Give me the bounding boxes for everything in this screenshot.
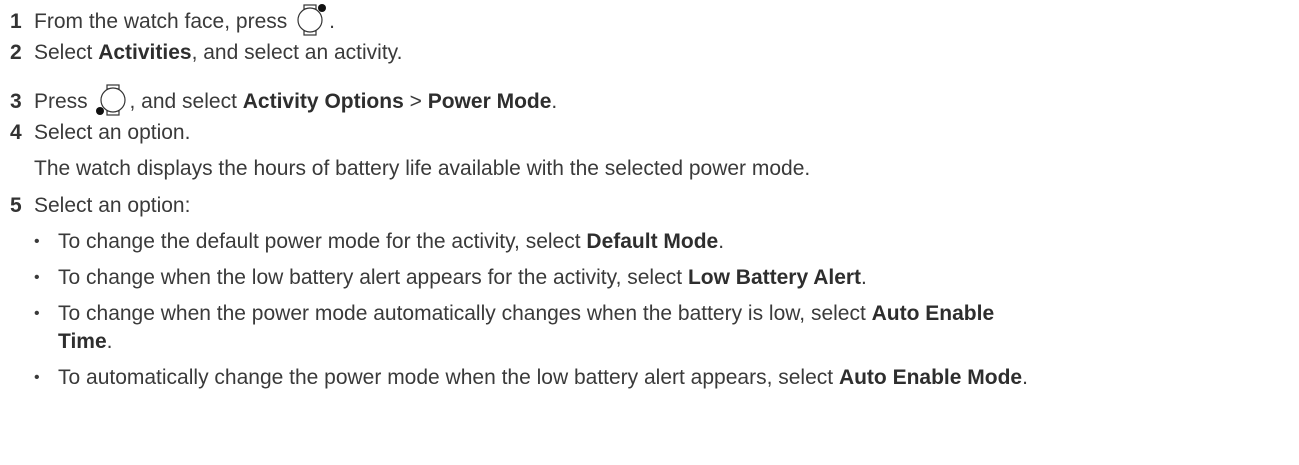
step-text: From the watch face, press (34, 10, 294, 33)
step-1: 1 From the watch face, press . (10, 4, 335, 43)
step-text: Press (34, 90, 94, 113)
step-number: 5 (10, 194, 22, 217)
step-text-end: . (551, 90, 558, 113)
step-4: 4 Select an option. (10, 120, 190, 146)
bullet-icon: • (34, 305, 40, 322)
option-text: To automatically change the power mode w… (58, 366, 839, 389)
watch-start-button-icon (294, 4, 328, 43)
step-2: 2 Select Activities, and select an activi… (10, 40, 402, 66)
option-text-end: . (1022, 366, 1028, 389)
step-4-note: The watch displays the hours of battery … (34, 157, 811, 180)
option-text: To change the default power mode for the… (58, 230, 587, 253)
step-text: Select an option. (34, 121, 191, 144)
step-number: 4 (10, 121, 22, 144)
option-auto-enable-time: • To change when the power mode automatic… (34, 301, 994, 327)
menu-label-auto-enable-mode: Auto Enable Mode (838, 366, 1023, 389)
menu-label-power-mode: Power Mode (427, 90, 552, 113)
option-low-battery-alert: • To change when the low battery alert ap… (34, 265, 867, 291)
step-text-end: , and select an activity. (191, 41, 403, 64)
option-text: To change when the low battery alert app… (58, 266, 688, 289)
option-text-end: . (861, 266, 867, 289)
step-3: 3 Press , and select Activity Options > P… (10, 84, 557, 123)
step-5: 5 Select an option: (10, 193, 190, 219)
option-default-mode: • To change the default power mode for th… (34, 229, 724, 255)
menu-label-activities: Activities (98, 41, 192, 64)
option-auto-enable-time-cont: Time. (58, 329, 112, 355)
menu-label-auto-enable: Auto Enable (871, 302, 995, 325)
menu-label-default-mode: Default Mode (586, 230, 719, 253)
menu-label-activity-options: Activity Options (242, 90, 404, 113)
option-text: To change when the power mode automatica… (58, 302, 872, 325)
bullet-icon: • (34, 233, 40, 250)
step-text-mid: , and select (129, 90, 243, 113)
step-number: 1 (10, 10, 22, 33)
option-auto-enable-mode: • To automatically change the power mode … (34, 365, 1028, 391)
step-text-end: . (329, 10, 335, 33)
menu-label-low-battery-alert: Low Battery Alert (687, 266, 862, 289)
option-text-end: . (106, 330, 113, 353)
bullet-icon: • (34, 369, 40, 386)
option-text-end: . (718, 230, 725, 253)
step-number: 3 (10, 90, 22, 113)
menu-separator: > (403, 90, 428, 113)
bullet-icon: • (34, 269, 40, 286)
watch-menu-button-icon (95, 84, 129, 123)
step-number: 2 (10, 41, 22, 64)
menu-label-time: Time (58, 330, 107, 353)
step-text: Select an option: (34, 194, 191, 217)
step-text: Select (34, 41, 99, 64)
